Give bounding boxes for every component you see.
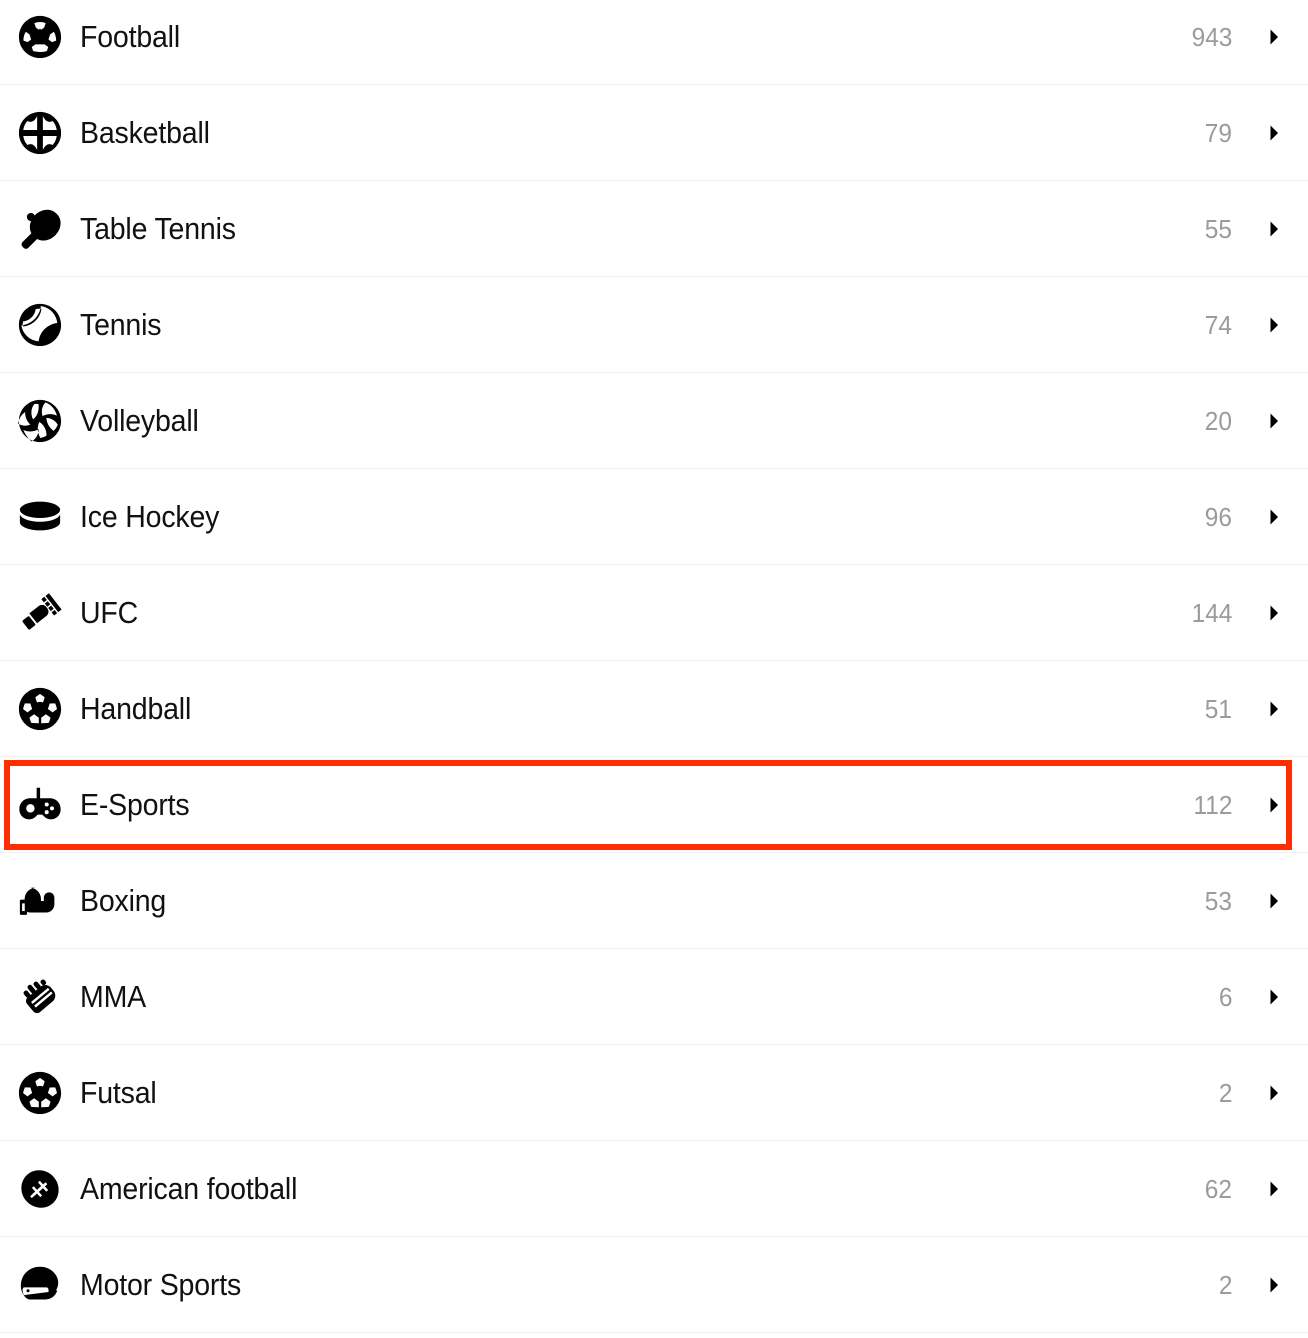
chevron-right-icon[interactable] <box>1252 15 1296 59</box>
sports-category-list: Football 943 Basketball 79 Table Tennis 55 Ten… <box>0 0 1308 1333</box>
sport-row-table-tennis[interactable]: Table Tennis 55 <box>0 181 1308 277</box>
volleyball-icon <box>16 397 64 445</box>
chevron-right-icon[interactable] <box>1252 975 1296 1019</box>
sport-count: 96 <box>1204 501 1232 532</box>
sport-row-tennis[interactable]: Tennis 74 <box>0 277 1308 373</box>
sport-count: 144 <box>1191 597 1232 628</box>
chevron-right-icon[interactable] <box>1252 111 1296 155</box>
chevron-right-icon[interactable] <box>1252 207 1296 251</box>
ufc-gloves-icon <box>16 589 64 637</box>
boxing-glove-icon <box>16 877 64 925</box>
sport-count: 79 <box>1204 117 1232 148</box>
american-football-icon <box>16 1165 64 1213</box>
chevron-right-icon[interactable] <box>1252 303 1296 347</box>
sport-label: E-Sports <box>80 787 190 822</box>
sport-label: Volleyball <box>80 403 199 438</box>
sport-row-motor-sports[interactable]: Motor Sports 2 <box>0 1237 1308 1333</box>
sport-label: Futsal <box>80 1075 157 1110</box>
chevron-right-icon[interactable] <box>1252 1071 1296 1115</box>
sport-row-football[interactable]: Football 943 <box>0 0 1308 85</box>
sport-label: Table Tennis <box>80 211 236 246</box>
sport-label: Tennis <box>80 307 162 342</box>
sport-count: 53 <box>1204 885 1232 916</box>
sport-count: 74 <box>1204 309 1232 340</box>
sport-label: Ice Hockey <box>80 499 220 534</box>
sport-label: Motor Sports <box>80 1267 242 1302</box>
basketball-icon <box>16 109 64 157</box>
gamepad-icon <box>16 781 64 829</box>
sport-row-ufc[interactable]: UFC 144 <box>0 565 1308 661</box>
sport-row-futsal[interactable]: Futsal 2 <box>0 1045 1308 1141</box>
chevron-right-icon[interactable] <box>1252 879 1296 923</box>
sport-count: 112 <box>1193 789 1232 820</box>
chevron-right-icon[interactable] <box>1252 1167 1296 1211</box>
sport-count: 55 <box>1204 213 1232 244</box>
racing-helmet-icon <box>16 1261 64 1309</box>
futsal-ball-icon <box>16 1069 64 1117</box>
sport-row-ice-hockey[interactable]: Ice Hockey 96 <box>0 469 1308 565</box>
chevron-right-icon[interactable] <box>1252 591 1296 635</box>
chevron-right-icon[interactable] <box>1252 687 1296 731</box>
sport-label: Boxing <box>80 883 167 918</box>
sport-row-handball[interactable]: Handball 51 <box>0 661 1308 757</box>
chevron-right-icon[interactable] <box>1252 495 1296 539</box>
sport-label: Handball <box>80 691 192 726</box>
sport-count: 62 <box>1204 1173 1232 1204</box>
sport-label: American football <box>80 1171 298 1206</box>
sport-row-basketball[interactable]: Basketball 79 <box>0 85 1308 181</box>
sport-count: 20 <box>1204 405 1232 436</box>
sport-label: Football <box>80 19 180 54</box>
chevron-right-icon[interactable] <box>1252 399 1296 443</box>
table-tennis-paddle-icon <box>16 205 64 253</box>
sport-label: Basketball <box>80 115 210 150</box>
sport-row-boxing[interactable]: Boxing 53 <box>0 853 1308 949</box>
football-icon <box>16 13 64 61</box>
sport-label: UFC <box>80 595 139 630</box>
tennis-ball-icon <box>16 301 64 349</box>
sport-row-volleyball[interactable]: Volleyball 20 <box>0 373 1308 469</box>
sport-row-mma[interactable]: MMA 6 <box>0 949 1308 1045</box>
sport-count: 51 <box>1204 693 1232 724</box>
chevron-right-icon[interactable] <box>1252 783 1296 827</box>
sport-row-e-sports[interactable]: E-Sports 112 <box>0 757 1308 853</box>
sport-label: MMA <box>80 979 146 1014</box>
handball-icon <box>16 685 64 733</box>
chevron-right-icon[interactable] <box>1252 1263 1296 1307</box>
sport-row-american-football[interactable]: American football 62 <box>0 1141 1308 1237</box>
sport-count: 6 <box>1218 981 1232 1012</box>
sport-count: 943 <box>1191 21 1232 52</box>
sport-count: 2 <box>1218 1269 1232 1300</box>
hockey-puck-icon <box>16 493 64 541</box>
sport-count: 2 <box>1218 1077 1232 1108</box>
mma-fist-icon <box>16 973 64 1021</box>
